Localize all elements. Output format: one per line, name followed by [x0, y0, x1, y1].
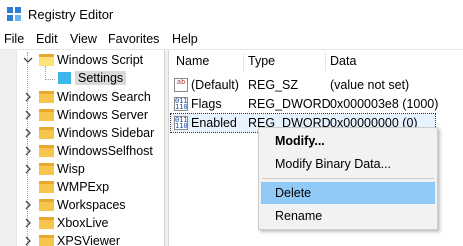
menu-bar: File Edit View Favorites Help [0, 30, 463, 50]
tree-item-windows-script[interactable]: Windows Script [23, 51, 143, 69]
tree-item-label: Windows Server [57, 108, 148, 122]
tree-item-workspaces[interactable]: Workspaces [23, 196, 126, 214]
tree-item-windowsselfhost[interactable]: WindowsSelfhost [23, 142, 153, 160]
value-type: REG_SZ [248, 78, 299, 92]
menu-view[interactable]: View [70, 32, 97, 46]
menu-item-label: Modify... [275, 134, 325, 148]
menu-item-label: Rename [275, 209, 323, 223]
menu-help[interactable]: Help [172, 32, 198, 46]
menu-item-label: Modify Binary Data... [275, 157, 392, 171]
tree-item-settings[interactable]: Settings [58, 69, 127, 87]
menu-item-rename[interactable]: Rename [261, 205, 435, 227]
chevron-right-icon[interactable] [23, 164, 33, 174]
column-header-name[interactable]: Name [176, 54, 209, 72]
title-bar: Registry Editor [0, 0, 463, 30]
dword-value-icon: 011 110 [174, 116, 188, 130]
value-name: Enabled [191, 116, 237, 130]
folder-icon [39, 91, 54, 103]
tree-item-wisp[interactable]: Wisp [23, 160, 85, 178]
folder-icon [39, 109, 54, 121]
menu-item-modify[interactable]: Modify... [261, 130, 435, 152]
folder-icon [39, 163, 54, 175]
menu-item-label: Delete [275, 186, 312, 200]
tree-item-xpsviewer[interactable]: XPSViewer [23, 232, 120, 246]
folder-icon [58, 72, 71, 84]
dword-value-icon: 011 110 [174, 97, 188, 111]
menu-separator [262, 178, 434, 179]
column-header-data[interactable]: Data [330, 54, 356, 72]
tree-item-label: XboxLive [57, 216, 109, 230]
value-name: (Default) [191, 78, 239, 92]
tree-item-label: WindowsSelfhost [57, 144, 153, 158]
tree-guide-line [45, 79, 55, 80]
tree-item-label: Workspaces [57, 198, 126, 212]
value-name: Flags [191, 97, 222, 111]
context-menu: Modify... Modify Binary Data... Delete R… [258, 127, 438, 230]
menu-item-delete[interactable]: Delete [261, 182, 435, 204]
chevron-down-icon[interactable] [23, 55, 33, 65]
tree-item-xboxlive[interactable]: XboxLive [23, 214, 108, 232]
folder-icon [39, 181, 54, 193]
tree-item-label: XPSViewer [57, 234, 120, 246]
column-divider[interactable] [325, 53, 326, 71]
folder-icon [39, 217, 54, 229]
chevron-right-icon[interactable] [23, 110, 33, 120]
tree-item-windows-sidebar[interactable]: Windows Sidebar [23, 124, 154, 142]
tree-item-windows-server[interactable]: Windows Server [23, 106, 148, 124]
window-title: Registry Editor [28, 7, 114, 22]
value-row-default[interactable]: ab (Default) REG_SZ (value not set) [171, 76, 435, 94]
chevron-right-icon[interactable] [23, 200, 33, 210]
chevron-right-icon[interactable] [23, 146, 33, 156]
menu-favorites[interactable]: Favorites [108, 32, 159, 46]
string-value-icon: ab [174, 78, 188, 92]
folder-icon [39, 199, 54, 211]
registry-editor-icon [7, 7, 21, 21]
column-header-type[interactable]: Type [248, 54, 275, 72]
value-data: 0x000003e8 (1000) [330, 97, 439, 111]
chevron-right-icon[interactable] [23, 92, 33, 102]
folder-icon [39, 235, 54, 246]
tree-item-label: Windows Search [57, 90, 151, 104]
value-type: REG_DWORD [248, 97, 331, 111]
tree-item-label: WMPExp [57, 180, 110, 194]
tree-item-wmpexp[interactable]: WMPExp [39, 178, 109, 196]
menu-item-modify-binary[interactable]: Modify Binary Data... [261, 153, 435, 175]
column-divider[interactable] [243, 53, 244, 71]
tree-item-windows-search[interactable]: Windows Search [23, 88, 151, 106]
chevron-right-icon[interactable] [23, 236, 33, 246]
value-row-flags[interactable]: 011 110 Flags REG_DWORD 0x000003e8 (1000) [171, 95, 439, 113]
tree-scrollbar[interactable] [0, 50, 17, 246]
value-data: (value not set) [330, 78, 410, 92]
tree-item-label: Settings [75, 71, 127, 85]
folder-icon [39, 127, 54, 139]
tree-item-label: Windows Script [57, 53, 144, 67]
folder-icon [39, 145, 54, 157]
chevron-right-icon[interactable] [23, 128, 33, 138]
menu-file[interactable]: File [4, 32, 24, 46]
chevron-right-icon[interactable] [23, 218, 33, 228]
tree-item-label: Windows Sidebar [57, 126, 155, 140]
menu-edit[interactable]: Edit [36, 32, 58, 46]
folder-open-icon [39, 54, 54, 66]
tree-item-label: Wisp [57, 162, 85, 176]
